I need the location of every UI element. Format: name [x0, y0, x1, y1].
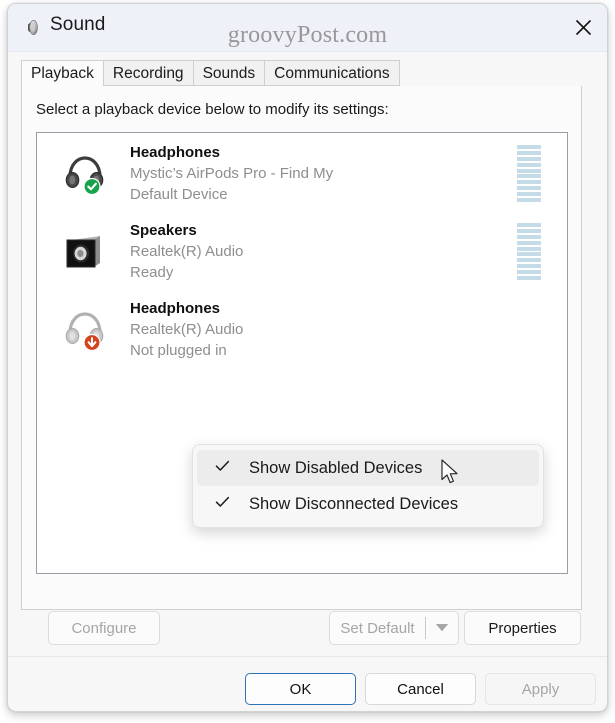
check-icon [213, 450, 231, 486]
close-button[interactable] [560, 4, 607, 50]
set-default-button-label: Set Default [330, 612, 425, 644]
close-icon [575, 19, 592, 36]
properties-button-label: Properties [488, 620, 556, 637]
tab-recording[interactable]: Recording [103, 60, 193, 86]
playback-tab-page: Select a playback device below to modify… [21, 86, 582, 610]
footer-divider [8, 656, 607, 657]
tab-sounds-label: Sounds [203, 65, 256, 82]
volume-meter [517, 145, 541, 202]
device-text-block: Headphones Mystic’s AirPods Pro - Find M… [130, 142, 333, 205]
menu-item-show-disconnected-devices[interactable]: Show Disconnected Devices [197, 486, 539, 522]
context-menu[interactable]: Show Disabled Devices Show Disconnected … [192, 444, 544, 528]
cancel-button[interactable]: Cancel [365, 673, 476, 705]
device-description: Mystic’s AirPods Pro - Find My [130, 163, 333, 184]
device-list-item[interactable]: Headphones Mystic’s AirPods Pro - Find M… [37, 133, 567, 211]
apply-button-label: Apply [522, 681, 560, 698]
properties-button[interactable]: Properties [464, 611, 581, 645]
speaker-icon [22, 17, 43, 38]
menu-item-show-disabled-devices[interactable]: Show Disabled Devices [197, 450, 539, 486]
device-description: Realtek(R) Audio [130, 319, 243, 340]
device-text-block: Headphones Realtek(R) Audio Not plugged … [130, 298, 243, 361]
headphones-icon [60, 147, 110, 197]
ok-button[interactable]: OK [245, 673, 356, 705]
device-text-block: Speakers Realtek(R) Audio Ready [130, 220, 243, 283]
tab-communications-label: Communications [274, 65, 389, 82]
tab-strip: Playback Recording Sounds Communications [21, 60, 607, 87]
device-status: Not plugged in [130, 340, 243, 361]
device-list-item[interactable]: Speakers Realtek(R) Audio Ready [37, 211, 567, 289]
ok-button-label: OK [290, 681, 312, 698]
sound-dialog-window: Sound groovyPost.com Playback Recording … [7, 3, 608, 712]
tab-recording-label: Recording [113, 65, 184, 82]
device-status: Ready [130, 262, 243, 283]
device-name: Headphones [130, 298, 243, 319]
tab-playback-label: Playback [31, 65, 94, 82]
window-title: Sound [50, 14, 105, 36]
configure-button-label: Configure [71, 620, 136, 637]
menu-item-label: Show Disabled Devices [249, 450, 422, 486]
menu-item-label: Show Disconnected Devices [249, 486, 458, 522]
tab-playback[interactable]: Playback [21, 60, 103, 86]
chevron-down-icon [435, 619, 449, 637]
apply-button[interactable]: Apply [485, 673, 596, 705]
device-status: Default Device [130, 184, 333, 205]
cancel-button-label: Cancel [397, 681, 444, 698]
device-list-item[interactable]: Headphones Realtek(R) Audio Not plugged … [37, 289, 567, 367]
tab-sounds[interactable]: Sounds [193, 60, 265, 86]
title-bar: Sound groovyPost.com [8, 4, 607, 52]
headphones-disabled-icon [60, 303, 110, 353]
configure-button[interactable]: Configure [48, 611, 160, 645]
device-description: Realtek(R) Audio [130, 241, 243, 262]
instruction-label: Select a playback device below to modify… [36, 101, 389, 118]
check-icon [213, 486, 231, 522]
set-default-dropdown-button[interactable] [426, 612, 458, 644]
device-name: Headphones [130, 142, 333, 163]
set-default-split-button[interactable]: Set Default [329, 611, 459, 645]
volume-meter [517, 223, 541, 280]
speaker-box-icon [60, 225, 110, 275]
device-name: Speakers [130, 220, 243, 241]
tab-communications[interactable]: Communications [264, 60, 399, 86]
